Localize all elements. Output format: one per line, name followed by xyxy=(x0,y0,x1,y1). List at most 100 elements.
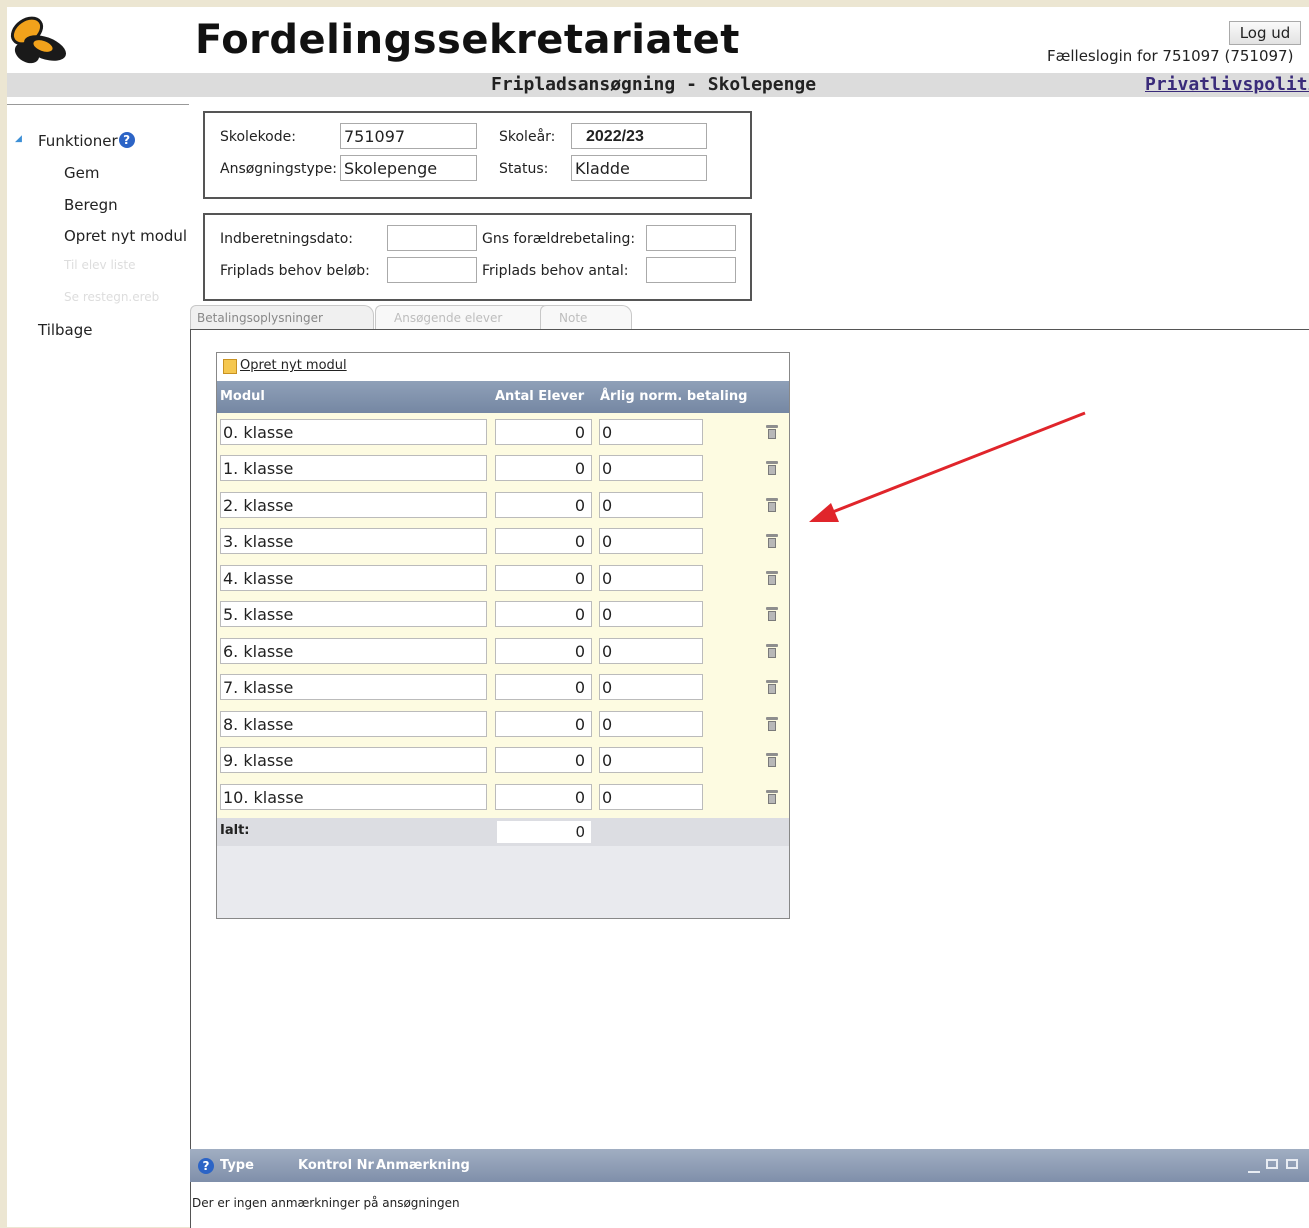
sidebar-section-label: Funktioner xyxy=(38,132,118,150)
delete-trash-icon[interactable] xyxy=(766,789,778,805)
sidebar-item-tilbage[interactable]: Tilbage xyxy=(38,321,93,339)
sidebar-section-funktioner: Funktioner? xyxy=(38,132,135,150)
app-frame: Fordelingssekretariatet Log ud Fælleslog… xyxy=(7,7,1309,1228)
antal-elever-field[interactable]: 0 xyxy=(495,711,592,737)
delete-trash-icon[interactable] xyxy=(766,716,778,732)
app-title: Fordelingssekretariatet xyxy=(195,17,740,63)
module-name-field[interactable]: 2. klasse xyxy=(220,492,487,518)
skolekode-field[interactable]: 751097 xyxy=(340,123,477,149)
antal-elever-field[interactable]: 0 xyxy=(495,455,592,481)
maximize-icon[interactable] xyxy=(1286,1159,1298,1169)
betaling-field[interactable]: 0 xyxy=(599,601,703,627)
status-label: Status: xyxy=(499,161,549,177)
new-document-icon xyxy=(223,359,237,374)
module-name-field[interactable]: 8. klasse xyxy=(220,711,487,737)
expand-triangle-icon[interactable]: ◢ xyxy=(15,134,22,144)
restore-icon[interactable] xyxy=(1266,1159,1278,1169)
tab-ansoegende-elever[interactable]: Ansøgende elever xyxy=(375,305,553,330)
delete-trash-icon[interactable] xyxy=(766,460,778,476)
tab-note[interactable]: Note xyxy=(540,305,632,330)
help-icon[interactable]: ? xyxy=(118,132,135,148)
opret-nyt-modul-link[interactable]: Opret nyt modul xyxy=(240,358,347,373)
minimize-icon[interactable] xyxy=(1248,1171,1260,1173)
module-name-field[interactable]: 3. klasse xyxy=(220,528,487,554)
friplads-beloeb-field[interactable] xyxy=(387,257,477,283)
delete-trash-icon[interactable] xyxy=(766,643,778,659)
delete-trash-icon[interactable] xyxy=(766,570,778,586)
col-aarlig-betaling-header[interactable]: Årlig norm. betaling xyxy=(600,389,747,404)
module-name-field[interactable]: 0. klasse xyxy=(220,419,487,445)
delete-trash-icon[interactable] xyxy=(766,533,778,549)
notes-help-icon[interactable]: ? xyxy=(198,1158,214,1174)
betaling-field[interactable]: 0 xyxy=(599,455,703,481)
annotation-arrow-icon xyxy=(809,411,1086,522)
antal-elever-field[interactable]: 0 xyxy=(495,747,592,773)
delete-trash-icon[interactable] xyxy=(766,424,778,440)
antal-elever-field[interactable]: 0 xyxy=(495,565,592,591)
col-antal-elever-header[interactable]: Antal Elever xyxy=(495,389,584,404)
module-name-field[interactable]: 6. klasse xyxy=(220,638,487,664)
sidebar-item-opret-nyt-modul[interactable]: Opret nyt modul xyxy=(64,227,187,245)
module-name-field[interactable]: 4. klasse xyxy=(220,565,487,591)
antal-elever-field[interactable]: 0 xyxy=(495,419,592,445)
module-name-field[interactable]: 7. klasse xyxy=(220,674,487,700)
notes-col-type[interactable]: Type xyxy=(220,1158,254,1173)
notes-empty-message: Der er ingen anmærkninger på ansøgningen xyxy=(192,1196,460,1210)
antal-elever-field[interactable]: 0 xyxy=(495,784,592,810)
betaling-field[interactable]: 0 xyxy=(599,419,703,445)
betaling-field[interactable]: 0 xyxy=(599,674,703,700)
module-name-field[interactable]: 9. klasse xyxy=(220,747,487,773)
delete-trash-icon[interactable] xyxy=(766,752,778,768)
notes-col-anmaerkning[interactable]: Anmærkning xyxy=(376,1158,470,1173)
total-label: Ialt: xyxy=(220,823,250,838)
betaling-field[interactable]: 0 xyxy=(599,747,703,773)
tab-betalingsoplysninger[interactable]: Betalingsoplysninger xyxy=(190,305,374,330)
skoleaar-field[interactable]: 2022/23 xyxy=(571,123,707,149)
indberetningsdato-label: Indberetningsdato: xyxy=(220,231,353,247)
sidebar-item-gem[interactable]: Gem xyxy=(64,164,99,182)
sidebar-item-beregn[interactable]: Beregn xyxy=(64,196,118,214)
antal-elever-field[interactable]: 0 xyxy=(495,492,592,518)
login-info: Fælleslogin for 751097 (751097) xyxy=(1047,47,1294,65)
butterfly-logo-icon xyxy=(10,16,67,64)
betaling-field[interactable]: 0 xyxy=(599,492,703,518)
module-name-field[interactable]: 1. klasse xyxy=(220,455,487,481)
grid-header: Modul Antal Elever Årlig norm. betaling xyxy=(217,381,789,413)
notes-col-kontrol[interactable]: Kontrol Nr xyxy=(298,1158,374,1173)
betaling-field[interactable]: 0 xyxy=(599,711,703,737)
module-grid: Opret nyt modul Modul Antal Elever Årlig… xyxy=(216,352,790,919)
grid-toolbar: Opret nyt modul xyxy=(217,353,789,381)
ansoegningstype-field[interactable]: Skolepenge xyxy=(340,155,477,181)
skolekode-label: Skolekode: xyxy=(220,129,296,145)
betaling-field[interactable]: 0 xyxy=(599,528,703,554)
privacy-link[interactable]: Privatlivspolitik xyxy=(1145,74,1309,95)
antal-elever-field[interactable]: 0 xyxy=(495,638,592,664)
friplads-beloeb-label: Friplads behov beløb: xyxy=(220,263,370,279)
skoleaar-label: Skoleår: xyxy=(499,129,556,145)
betaling-field[interactable]: 0 xyxy=(599,638,703,664)
grid-body: 0. klasse 0 0 1. klasse 0 0 2. klasse 0 … xyxy=(217,413,789,818)
delete-trash-icon[interactable] xyxy=(766,606,778,622)
antal-elever-field[interactable]: 0 xyxy=(495,528,592,554)
module-name-field[interactable]: 10. klasse xyxy=(220,784,487,810)
sidebar-item-restegn: Se restegn.ereb xyxy=(64,290,160,304)
total-value: 0 xyxy=(497,821,591,843)
logout-button[interactable]: Log ud xyxy=(1229,21,1301,45)
gns-foraeldrebetaling-field[interactable] xyxy=(646,225,736,251)
betaling-field[interactable]: 0 xyxy=(599,565,703,591)
col-modul-header[interactable]: Modul xyxy=(220,389,265,404)
grid-total-row: Ialt: 0 xyxy=(217,818,789,846)
page-subtitle: Fripladsansøgning - Skolepenge xyxy=(491,74,817,95)
friplads-antal-label: Friplads behov antal: xyxy=(482,263,629,279)
page-header: Fordelingssekretariatet Log ud Fælleslog… xyxy=(7,7,1309,73)
gns-foraeldrebetaling-label: Gns forældrebetaling: xyxy=(482,231,636,247)
friplads-antal-field[interactable] xyxy=(646,257,736,283)
delete-trash-icon[interactable] xyxy=(766,497,778,513)
delete-trash-icon[interactable] xyxy=(766,679,778,695)
betaling-field[interactable]: 0 xyxy=(599,784,703,810)
antal-elever-field[interactable]: 0 xyxy=(495,601,592,627)
indberetningsdato-field[interactable] xyxy=(387,225,477,251)
module-name-field[interactable]: 5. klasse xyxy=(220,601,487,627)
antal-elever-field[interactable]: 0 xyxy=(495,674,592,700)
status-field[interactable]: Kladde xyxy=(571,155,707,181)
